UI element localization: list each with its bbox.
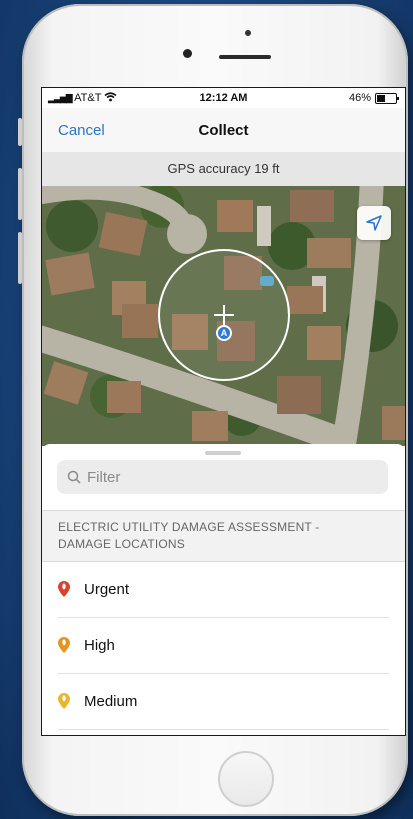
battery-icon xyxy=(375,92,399,104)
volume-up-button[interactable] xyxy=(18,168,22,220)
front-camera xyxy=(183,49,192,58)
map-pin-icon xyxy=(58,637,70,653)
aerial-map[interactable]: A xyxy=(42,186,405,446)
volume-down-button[interactable] xyxy=(18,232,22,284)
locate-me-button[interactable] xyxy=(357,206,391,240)
list-item-label: High xyxy=(84,637,115,654)
status-bar: ▂▃▅▇ AT&T 12:12 AM 46% xyxy=(42,88,405,108)
sheet-grabber[interactable] xyxy=(205,451,241,455)
front-sensor xyxy=(245,30,251,36)
list-item-urgent[interactable]: Urgent xyxy=(42,562,405,618)
layer-section-header: ELECTRIC UTILITY DAMAGE ASSESSMENT - DAM… xyxy=(42,510,405,562)
list-item-label: Urgent xyxy=(84,581,130,598)
feature-type-sheet: Filter ELECTRIC UTILITY DAMAGE ASSESSMEN… xyxy=(42,444,405,735)
list-item-label: Medium xyxy=(84,693,138,710)
filter-search-field[interactable]: Filter xyxy=(57,460,388,494)
marker-letter: A xyxy=(220,328,228,338)
row-divider xyxy=(58,729,389,730)
earpiece-speaker xyxy=(219,55,271,59)
battery-percent: 46% xyxy=(348,92,371,104)
map-pin-icon xyxy=(58,581,70,597)
app-screen: ▂▃▅▇ AT&T 12:12 AM 46% Cancel Collect GP… xyxy=(41,87,406,736)
map-imagery xyxy=(42,186,405,446)
navigation-bar: Cancel Collect xyxy=(42,108,405,152)
list-item-high[interactable]: High xyxy=(42,618,405,674)
section-header-line-1: ELECTRIC UTILITY DAMAGE ASSESSMENT - xyxy=(58,520,320,534)
battery-status: 46% xyxy=(348,92,399,104)
location-arrow-icon xyxy=(366,215,382,231)
mute-switch[interactable] xyxy=(18,118,22,146)
map-pin-icon xyxy=(58,693,70,709)
filter-placeholder: Filter xyxy=(87,468,121,486)
section-header-line-2: DAMAGE LOCATIONS xyxy=(58,537,185,551)
list-item-medium[interactable]: Medium xyxy=(42,674,405,730)
search-icon xyxy=(67,470,81,484)
gps-accuracy-banner: GPS accuracy 19 ft xyxy=(42,152,405,187)
location-marker: A xyxy=(216,325,232,341)
page-title: Collect xyxy=(198,122,249,139)
home-button[interactable] xyxy=(218,751,274,807)
